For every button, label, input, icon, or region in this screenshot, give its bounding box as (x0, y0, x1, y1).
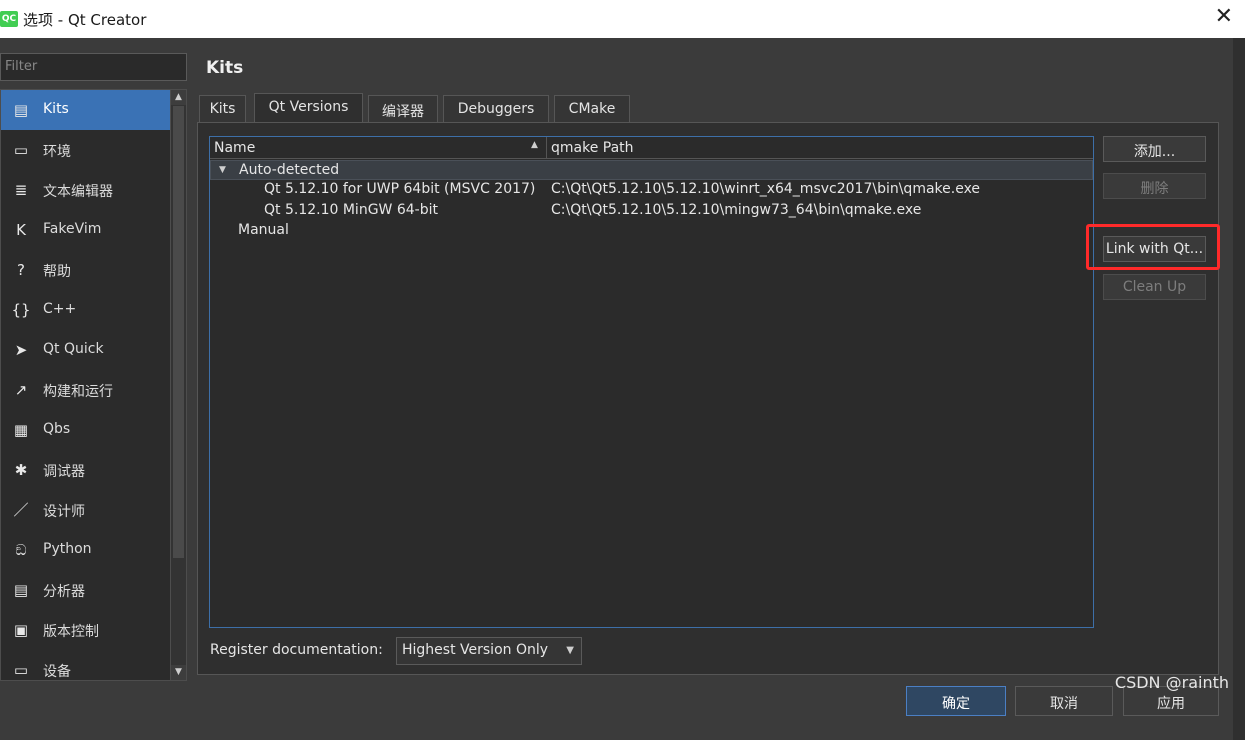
nav-item-designer[interactable]: ／ 设计师 (1, 490, 171, 530)
cpp-braces-icon: {} (11, 301, 31, 319)
nav-item-label: Qt Quick (43, 341, 104, 357)
nav-item-label: 设计师 (43, 504, 85, 520)
title-bar: QC 选项 - Qt Creator ✕ (0, 0, 1245, 38)
tab-cmake[interactable]: CMake (554, 95, 630, 123)
window-edge (1233, 38, 1245, 740)
python-icon: ඞ (15, 541, 27, 559)
sort-ascending-icon: ▲ (531, 140, 538, 150)
nav-item-kits[interactable]: ▤ Kits (1, 90, 171, 130)
cancel-button[interactable]: 取消 (1015, 686, 1113, 716)
nav-item-python[interactable]: ඞ Python (1, 530, 171, 570)
nav-item-qt-quick[interactable]: ➤ Qt Quick (1, 330, 171, 370)
nav-item-label: C++ (43, 301, 77, 317)
register-documentation-label: Register documentation: (210, 642, 383, 658)
nav-item-devices[interactable]: ▭ 设备 (1, 650, 171, 680)
nav-item-debugger[interactable]: ✱ 调试器 (1, 450, 171, 490)
group-label: Manual (238, 222, 289, 238)
qmake-path: C:\Qt\Qt5.12.10\5.12.10\mingw73_64\bin\q… (551, 202, 922, 218)
qt-version-name: Qt 5.12.10 MinGW 64-bit (264, 202, 438, 218)
nav-item-qbs[interactable]: ▦ Qbs (1, 410, 171, 450)
nav-item-label: 版本控制 (43, 624, 99, 640)
nav-item-build-run[interactable]: ↗ 构建和运行 (1, 370, 171, 410)
pen-icon: ／ (13, 501, 29, 519)
chevron-down-icon: ▼ (566, 645, 574, 656)
analyzer-icon: ▤ (13, 581, 29, 599)
nav-item-version-control[interactable]: ▣ 版本控制 (1, 610, 171, 650)
nav-item-help[interactable]: ? 帮助 (1, 250, 171, 290)
tree-group-manual[interactable]: Manual (210, 221, 1093, 241)
select-value: Highest Version Only (402, 642, 549, 658)
nav-item-label: 设备 (43, 664, 71, 680)
nav-item-label: Kits (43, 101, 69, 117)
page-title: Kits (206, 58, 244, 78)
nav-item-cpp[interactable]: {} C++ (1, 290, 171, 330)
fakevim-icon: K (16, 221, 26, 239)
table-row[interactable]: Qt 5.12.10 for UWP 64bit (MSVC 2017) C:\… (210, 180, 1093, 200)
tree-header: Name ▲ qmake Path (210, 137, 1093, 159)
group-label: Auto-detected (239, 162, 340, 178)
remove-button[interactable]: 删除 (1103, 173, 1206, 199)
kits-icon: ▤ (13, 101, 29, 119)
nav-item-label: FakeVim (43, 221, 102, 237)
category-list: ▤ Kits ▭ 环境 ≣ 文本编辑器 K FakeVim ? 帮助 {} C+… (0, 89, 187, 681)
nav-item-text-editor[interactable]: ≣ 文本编辑器 (1, 170, 171, 210)
close-icon[interactable]: ✕ (1215, 4, 1233, 29)
column-header-name[interactable]: Name (214, 140, 255, 156)
add-button[interactable]: 添加... (1103, 136, 1206, 162)
qmake-path: C:\Qt\Qt5.12.10\5.12.10\winrt_x64_msvc20… (551, 181, 981, 197)
table-row[interactable]: Qt 5.12.10 MinGW 64-bit C:\Qt\Qt5.12.10\… (210, 201, 1093, 221)
tab-compilers[interactable]: 编译器 (368, 95, 438, 123)
column-header-qmake-path[interactable]: qmake Path (551, 140, 634, 156)
expand-arrow-icon[interactable]: ▼ (219, 165, 226, 175)
nav-item-fakevim[interactable]: K FakeVim (1, 210, 171, 250)
monitor-icon: ▭ (13, 141, 29, 159)
nav-item-label: 构建和运行 (43, 384, 113, 400)
column-separator[interactable] (546, 137, 547, 159)
grid-icon: ▦ (13, 421, 29, 439)
options-dialog: Filter ▤ Kits ▭ 环境 ≣ 文本编辑器 K FakeVim ? 帮… (0, 38, 1245, 740)
scrollbar-thumb[interactable] (173, 106, 184, 558)
nav-item-label: 环境 (43, 144, 71, 160)
nav-item-label: 分析器 (43, 584, 85, 600)
scroll-up-icon[interactable]: ▲ (171, 90, 186, 105)
nav-item-label: 文本编辑器 (43, 184, 113, 200)
bug-icon: ✱ (14, 461, 28, 479)
nav-item-environment[interactable]: ▭ 环境 (1, 130, 171, 170)
qt-version-name: Qt 5.12.10 for UWP 64bit (MSVC 2017) (264, 181, 536, 197)
qt-versions-panel: Name ▲ qmake Path ▼ Auto-detected Qt 5.1… (197, 122, 1219, 675)
filter-input[interactable]: Filter (0, 53, 187, 81)
tab-qt-versions[interactable]: Qt Versions (254, 93, 363, 123)
watermark: CSDN @rainth (1114, 673, 1229, 692)
nav-item-label: Qbs (43, 421, 71, 437)
tab-debuggers[interactable]: Debuggers (443, 95, 549, 123)
clean-up-button[interactable]: Clean Up (1103, 274, 1206, 300)
help-icon: ? (17, 261, 25, 279)
scroll-down-icon[interactable]: ▼ (171, 665, 186, 680)
register-documentation-select[interactable]: Highest Version Only ▼ (396, 637, 582, 665)
nav-scrollbar[interactable]: ▲ ▼ (170, 90, 186, 680)
device-icon: ▭ (13, 661, 29, 679)
tree-group-auto-detected[interactable]: ▼ Auto-detected (210, 160, 1093, 180)
nav-item-analyzer[interactable]: ▤ 分析器 (1, 570, 171, 610)
ok-button[interactable]: 确定 (906, 686, 1006, 716)
text-editor-icon: ≣ (14, 181, 28, 199)
version-control-icon: ▣ (13, 621, 29, 639)
window-title: 选项 - Qt Creator (23, 11, 147, 29)
paper-plane-icon: ➤ (14, 341, 28, 359)
nav-item-label: 帮助 (43, 264, 71, 280)
qt-versions-tree[interactable]: Name ▲ qmake Path ▼ Auto-detected Qt 5.1… (209, 136, 1094, 628)
qt-creator-logo-icon: QC (0, 11, 18, 27)
tab-kits[interactable]: Kits (199, 95, 246, 123)
link-with-qt-button[interactable]: Link with Qt... (1103, 236, 1206, 262)
hammer-icon: ↗ (14, 381, 28, 399)
nav-item-label: 调试器 (43, 464, 85, 480)
nav-item-label: Python (43, 541, 92, 557)
